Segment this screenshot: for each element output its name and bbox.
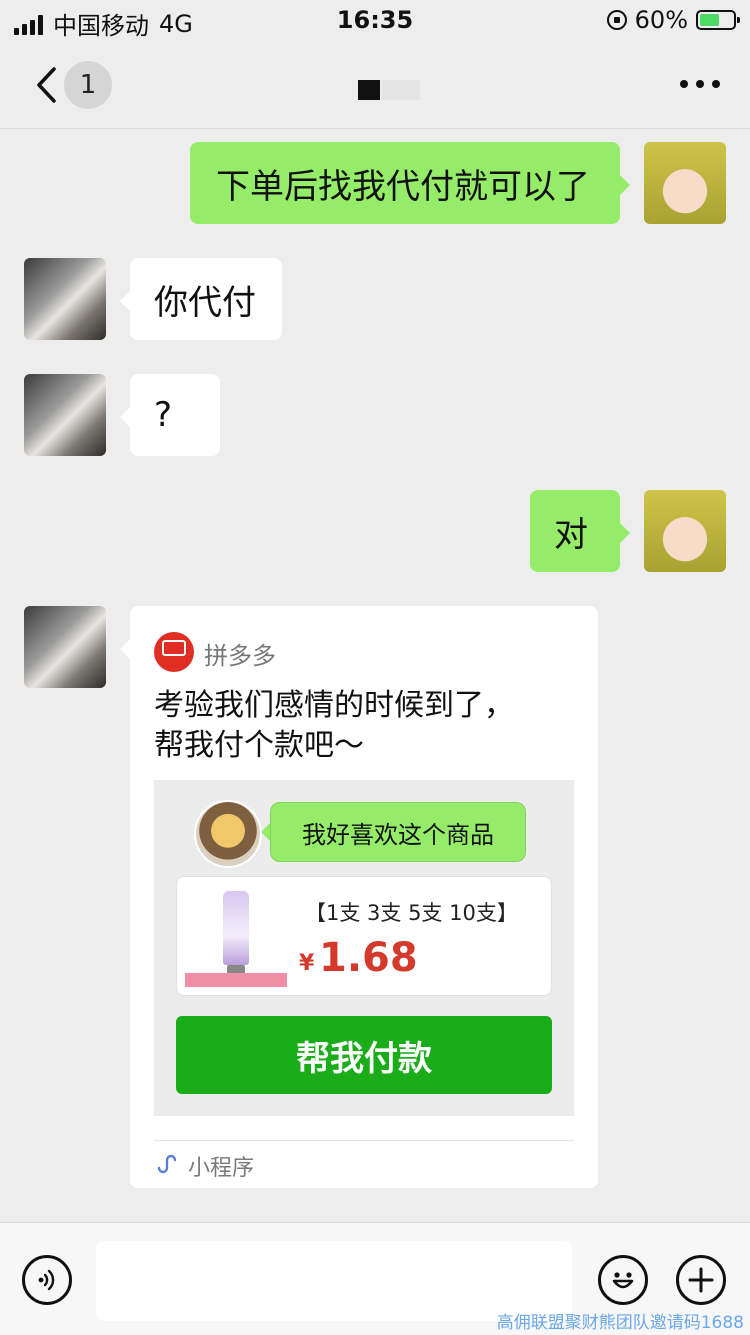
message-bubble-received[interactable]: 你代付 — [120, 258, 282, 340]
card-source-name: 拼多多 — [204, 642, 276, 670]
message-bubble-sent[interactable]: 对 — [530, 490, 630, 572]
watermark-text: 高佣联盟聚财熊团队邀请码1688 — [496, 1313, 744, 1333]
preview-speech-bubble: 我好喜欢这个商品 — [261, 802, 526, 862]
message-bubble-sent[interactable]: 下单后找我代付就可以了 — [190, 142, 630, 224]
message-text: 对 — [554, 514, 588, 555]
status-bar: 中国移动 4G 16:35 60% — [0, 0, 750, 42]
voice-icon — [38, 1269, 55, 1291]
more-functions-button[interactable] — [676, 1255, 726, 1305]
voice-input-button[interactable] — [22, 1255, 72, 1305]
help-me-pay-button[interactable]: 帮我付款 — [176, 1016, 552, 1094]
contact-avatar[interactable] — [24, 374, 106, 456]
card-divider — [154, 1140, 574, 1141]
smiley-icon — [612, 1272, 634, 1289]
price-currency: ¥ — [299, 951, 315, 976]
chat-title-redacted — [358, 80, 380, 100]
pinduoduo-logo-icon — [154, 632, 194, 672]
card-message-line2: 帮我付个款吧～ — [154, 728, 364, 763]
unread-badge[interactable]: 1 — [64, 61, 112, 109]
rotation-lock-icon — [606, 10, 627, 30]
more-options-button[interactable] — [680, 80, 720, 88]
card-message-line1: 考验我们感情的时候到了， — [154, 688, 514, 723]
card-preview[interactable]: 我好喜欢这个商品 【1支 3支 5支 10支】 ¥ 1.68 帮我付款 — [154, 780, 574, 1116]
emoji-button[interactable] — [598, 1255, 648, 1305]
battery-percent: 60% — [634, 6, 688, 34]
product-tile[interactable]: 【1支 3支 5支 10支】 ¥ 1.68 — [176, 876, 552, 996]
my-avatar[interactable] — [644, 490, 726, 572]
message-bubble-received[interactable]: ? — [120, 374, 220, 456]
contact-avatar[interactable] — [24, 258, 106, 340]
message-text: 你代付 — [154, 282, 256, 323]
message-text: 下单后找我代付就可以了 — [216, 166, 590, 207]
mini-program-label: 小程序 — [188, 1156, 255, 1181]
product-title: 【1支 3支 5支 10支】 — [305, 901, 518, 925]
card-message: 考验我们感情的时候到了， 帮我付个款吧～ — [154, 686, 574, 766]
product-price: 1.68 — [319, 935, 418, 981]
contact-avatar[interactable] — [24, 606, 106, 688]
chat-title-blur — [382, 80, 420, 100]
input-bar: 高佣联盟聚财熊团队邀请码1688 — [0, 1222, 750, 1335]
back-button[interactable] — [26, 60, 66, 110]
mini-program-icon — [157, 1154, 177, 1174]
product-image — [185, 887, 287, 987]
message-text: ? — [154, 395, 173, 435]
requester-avatar — [194, 800, 262, 868]
mini-program-card[interactable]: 拼多多 考验我们感情的时候到了， 帮我付个款吧～ 我好喜欢这个商品 【1支 3支… — [120, 606, 598, 1188]
my-avatar[interactable] — [644, 142, 726, 224]
chevron-left-icon — [37, 67, 56, 103]
chat-header: 1 — [0, 42, 750, 129]
battery-icon — [696, 10, 740, 30]
plus-icon — [688, 1267, 714, 1293]
